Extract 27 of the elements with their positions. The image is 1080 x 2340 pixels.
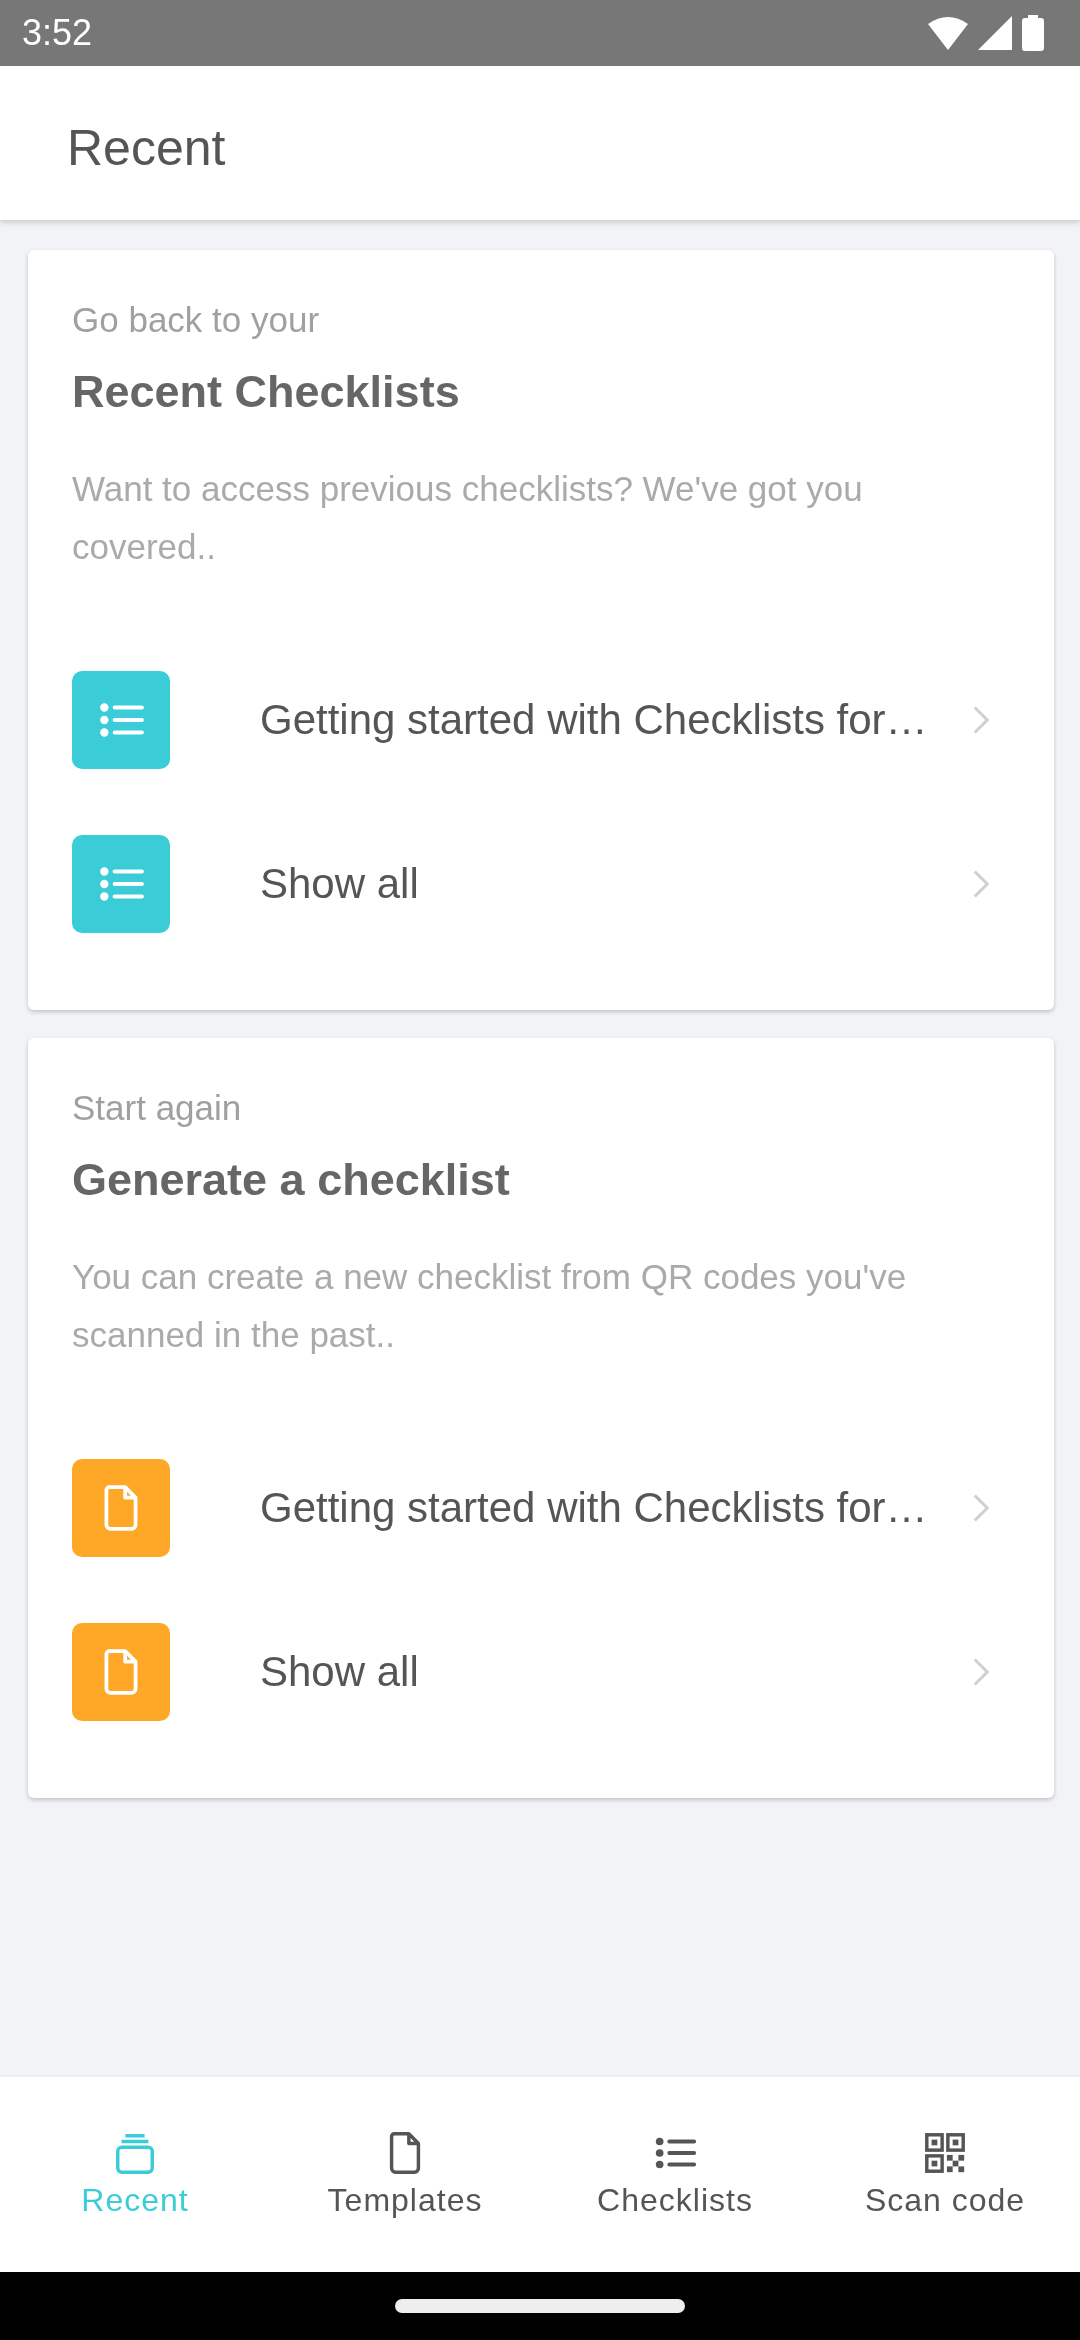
list-item-label: Getting started with Checklists for…: [260, 1484, 929, 1532]
card-description: You can create a new checklist from QR codes you've scanned in the past..: [72, 1256, 908, 1356]
nav-tab[interactable]: Templates: [270, 2077, 540, 2272]
chevron-right-icon: [972, 1493, 990, 1523]
nav-tab[interactable]: Scan code: [810, 2077, 1080, 2272]
qr-code-icon: [922, 2130, 968, 2176]
page-title: Recent: [67, 119, 226, 177]
nav-tab[interactable]: Checklists: [540, 2077, 810, 2272]
list-item[interactable]: Show all: [72, 802, 1010, 966]
list-item-label: Getting started with Checklists for…: [260, 696, 929, 744]
wifi-icon: [928, 16, 968, 50]
chevron-right-icon: [972, 1657, 990, 1687]
list-item[interactable]: Getting started with Checklists for…: [72, 1426, 1010, 1590]
status-time: 3:52: [22, 12, 93, 54]
card-description: Want to access previous checklists? We've got you covered..: [72, 468, 864, 568]
card-overline: Start again: [72, 1087, 243, 1129]
list-item-label: Show all: [260, 860, 420, 908]
battery-icon: [1022, 15, 1044, 51]
card-title: Generate a checklist: [72, 1153, 511, 1207]
list-item[interactable]: Getting started with Checklists for…: [72, 638, 1010, 802]
card-title: Recent Checklists: [72, 365, 461, 419]
signal-icon: [978, 16, 1012, 50]
list-item[interactable]: Show all: [72, 1590, 1010, 1754]
list-item-label: Show all: [260, 1648, 420, 1696]
chevron-right-icon: [972, 869, 990, 899]
chevron-right-icon: [972, 705, 990, 735]
card-overline: Go back to your: [72, 299, 321, 341]
